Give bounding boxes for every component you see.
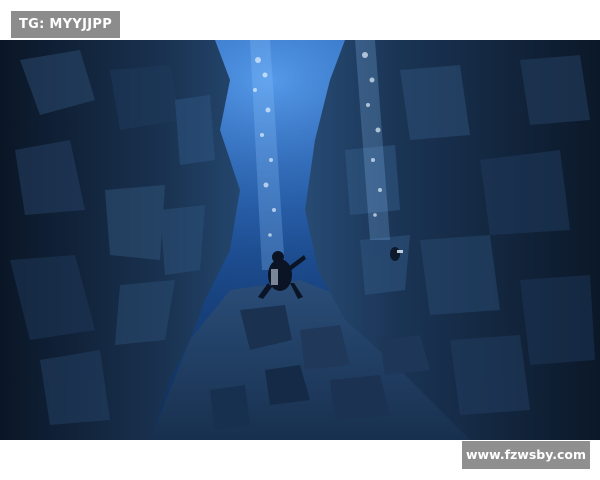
scene-illustration: [0, 40, 600, 440]
watermark-label: www.fzwsby.com: [462, 441, 590, 469]
underwater-fissure-photo: [0, 40, 600, 440]
top-left-tag: TG: MYYJJPP: [11, 11, 120, 38]
